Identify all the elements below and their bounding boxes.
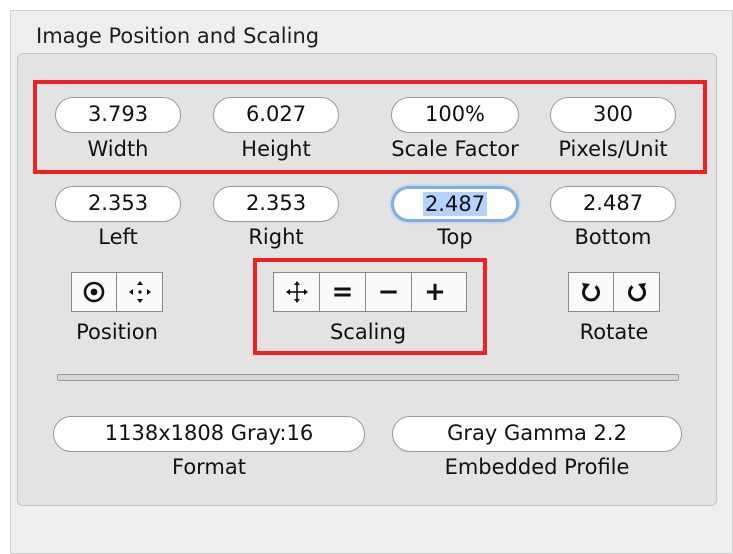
top-field[interactable]: 2.487 bbox=[391, 186, 519, 222]
embedded-profile-field: Gray Gamma 2.2 bbox=[392, 416, 682, 452]
embedded-profile-label: Embedded Profile bbox=[444, 455, 630, 479]
rotate-right-icon bbox=[627, 283, 646, 302]
size-fields-highlight bbox=[33, 80, 707, 174]
left-label: Left bbox=[98, 225, 138, 249]
rotate-label: Rotate bbox=[579, 320, 649, 344]
format-label: Format bbox=[171, 455, 246, 479]
rotate-left-button[interactable] bbox=[569, 273, 615, 311]
right-field[interactable]: 2.353 bbox=[213, 186, 339, 222]
separator-track bbox=[57, 374, 679, 381]
left-field[interactable]: 2.353 bbox=[55, 186, 181, 222]
top-label: Top bbox=[437, 225, 473, 249]
rotate-left-icon bbox=[582, 283, 600, 302]
scaling-highlight bbox=[253, 258, 487, 355]
bottom-field[interactable]: 2.487 bbox=[550, 186, 676, 222]
rotate-control bbox=[568, 272, 660, 312]
move-position-button[interactable] bbox=[117, 273, 162, 311]
center-target-icon bbox=[83, 281, 105, 303]
center-position-button[interactable] bbox=[72, 273, 118, 311]
position-label: Position bbox=[76, 320, 158, 344]
format-field: 1138x1808 Gray:16 bbox=[53, 416, 365, 452]
move-arrows-icon bbox=[128, 281, 151, 303]
right-label: Right bbox=[248, 225, 304, 249]
top-field-selected-text: 2.487 bbox=[422, 192, 488, 216]
bottom-label: Bottom bbox=[574, 225, 652, 249]
panel-title: Image Position and Scaling bbox=[36, 24, 320, 48]
position-control bbox=[71, 272, 163, 312]
rotate-right-button[interactable] bbox=[614, 273, 659, 311]
